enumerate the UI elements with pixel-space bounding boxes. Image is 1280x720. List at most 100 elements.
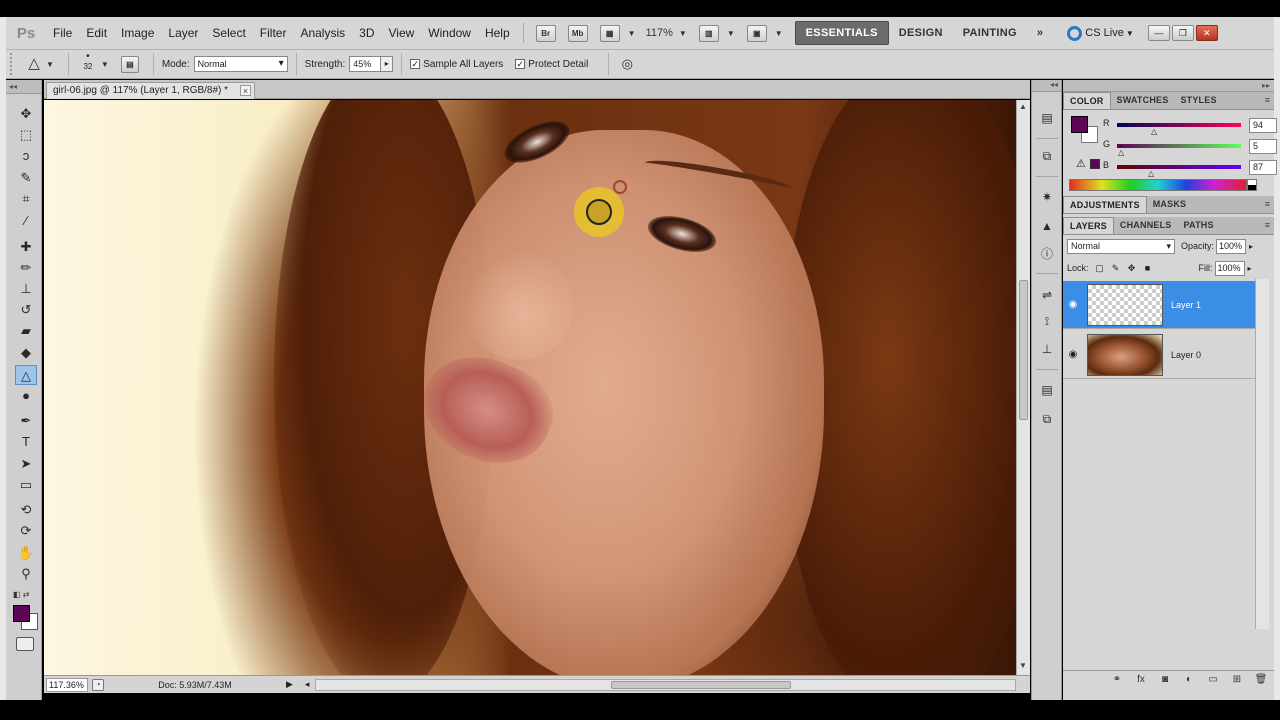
marquee-tool-icon[interactable]: ⬚ <box>15 125 37 145</box>
paint-bucket-tool-icon[interactable]: ◆ <box>15 343 37 363</box>
quick-selection-tool-icon[interactable]: ✎ <box>15 168 37 188</box>
strength-slider-button[interactable]: ▸ <box>381 56 394 72</box>
fill-input[interactable]: 100% <box>1214 260 1245 276</box>
panel-menu-icon[interactable]: ≡ <box>1265 199 1270 209</box>
move-tool-icon[interactable]: ✥ <box>15 104 37 124</box>
blend-mode-select[interactable]: Normal <box>1067 238 1175 254</box>
launch-minibridge-button[interactable]: Mb <box>567 24 588 42</box>
foreground-color-swatch[interactable] <box>13 605 30 622</box>
character-icon[interactable]: ▤ <box>1037 380 1057 400</box>
history-brush-tool-icon[interactable]: ↺ <box>15 300 37 320</box>
healing-brush-tool-icon[interactable]: ✚ <box>15 237 37 257</box>
layer-name[interactable]: Layer 1 <box>1171 300 1201 310</box>
document-tab[interactable]: girl-06.jpg @ 117% (Layer 1, RGB/8#) * × <box>46 82 256 99</box>
blue-slider-thumb[interactable]: △ <box>1148 169 1154 178</box>
clone-stamp-tool-icon[interactable]: ⊥ <box>15 279 37 299</box>
lock-image-icon[interactable]: ✎ <box>1111 263 1121 273</box>
green-value-input[interactable]: 5 <box>1249 139 1277 154</box>
blur-tool-preset-icon[interactable]: △ <box>24 54 44 74</box>
history-icon[interactable]: ⧉ <box>1037 146 1057 166</box>
collapse-panels-icon[interactable]: ▸▸ <box>1063 80 1274 92</box>
chevron-down-icon[interactable]: ▼ <box>46 60 54 69</box>
link-layers-icon[interactable]: ⚭ <box>1110 673 1124 687</box>
tab-layers[interactable]: LAYERS <box>1063 217 1114 234</box>
tab-paths[interactable]: PATHS <box>1178 217 1220 234</box>
eraser-tool-icon[interactable]: ▰ <box>15 321 37 341</box>
type-tool-icon[interactable]: T <box>15 432 37 452</box>
fill-slider-icon[interactable]: ▸ <box>1248 264 1252 273</box>
info-icon[interactable]: ⓘ <box>1037 244 1057 264</box>
zoom-level-select[interactable]: 117% <box>646 27 673 39</box>
pressure-strength-icon[interactable]: ◎ <box>617 54 637 74</box>
close-document-icon[interactable]: × <box>240 85 252 96</box>
panel-menu-icon[interactable]: ≡ <box>1265 95 1270 105</box>
menu-view[interactable]: View <box>381 17 421 50</box>
mini-bridge-icon[interactable]: ▤ <box>1037 108 1057 128</box>
add-mask-icon[interactable]: ◙ <box>1158 673 1172 687</box>
tab-styles[interactable]: STYLES <box>1174 92 1222 109</box>
collapse-strip-icon[interactable]: ◂◂ <box>1032 80 1061 92</box>
protect-detail-checkbox[interactable]: ✓ Protect Detail <box>515 59 588 70</box>
opacity-input[interactable]: 100% <box>1216 238 1247 254</box>
horizontal-scrollbar[interactable] <box>315 678 1016 691</box>
crop-tool-icon[interactable]: ⌗ <box>15 189 37 209</box>
3d-rotate-tool-icon[interactable]: ⟲ <box>15 500 37 520</box>
default-colors-icon[interactable]: ◧ ⇄ <box>13 590 29 599</box>
chevron-down-icon[interactable]: ▼ <box>679 29 687 38</box>
layer-row-layer-1[interactable]: ◉ Layer 1 <box>1063 281 1255 329</box>
zoom-tool-icon[interactable]: ⚲ <box>15 564 37 584</box>
panel-menu-icon[interactable]: ≡ <box>1265 220 1270 230</box>
minimize-button[interactable]: — <box>1147 25 1170 41</box>
arrange-documents-button[interactable]: ▥ <box>698 24 719 42</box>
delete-layer-icon[interactable]: 🗑 <box>1254 673 1268 687</box>
brush-icon[interactable]: ⟟ <box>1037 311 1057 331</box>
brush-tool-icon[interactable]: ✏ <box>15 258 37 278</box>
eye-visibility-icon[interactable]: ◉ <box>1063 299 1083 310</box>
tab-swatches[interactable]: SWATCHES <box>1111 92 1175 109</box>
brush-panel-toggle-button[interactable]: ▤ <box>120 55 139 73</box>
path-selection-tool-icon[interactable]: ➤ <box>15 454 37 474</box>
menu-select[interactable]: Select <box>205 17 252 50</box>
status-options-icon[interactable]: ◔ <box>92 678 104 691</box>
brush-presets-icon[interactable]: ⇌ <box>1037 285 1057 305</box>
menu-window[interactable]: Window <box>421 17 478 50</box>
menu-filter[interactable]: Filter <box>253 17 294 50</box>
quick-mask-button[interactable] <box>16 637 34 651</box>
eyedropper-tool-icon[interactable]: ⁄ <box>15 211 37 231</box>
red-value-input[interactable]: 94 <box>1249 118 1277 133</box>
menu-layer[interactable]: Layer <box>161 17 205 50</box>
more-workspaces-button[interactable]: » <box>1027 22 1053 44</box>
workspace-painting[interactable]: PAINTING <box>953 22 1027 44</box>
menu-analysis[interactable]: Analysis <box>293 17 352 50</box>
red-slider-thumb[interactable]: △ <box>1151 127 1157 136</box>
new-layer-icon[interactable]: ⊞ <box>1230 673 1244 687</box>
mode-select[interactable]: Normal <box>193 56 288 72</box>
lock-position-icon[interactable]: ✥ <box>1127 263 1137 273</box>
menu-image[interactable]: Image <box>114 17 161 50</box>
screen-mode-button[interactable]: ▣ <box>746 24 767 42</box>
histogram-icon[interactable]: ▲ <box>1037 216 1057 236</box>
layer-name[interactable]: Layer 0 <box>1171 350 1201 360</box>
opacity-slider-icon[interactable]: ▸ <box>1249 242 1253 251</box>
lock-all-icon[interactable]: ■ <box>1143 263 1153 273</box>
status-menu-icon[interactable]: ▶ <box>286 679 293 690</box>
restore-button[interactable]: ❐ <box>1171 25 1194 41</box>
blue-slider[interactable] <box>1117 165 1241 169</box>
tools-panel-header[interactable]: ◂◂ <box>6 80 41 94</box>
tab-color[interactable]: COLOR <box>1063 92 1111 109</box>
gamut-color-swatch[interactable] <box>1090 159 1100 169</box>
chevron-down-icon[interactable]: ▼ <box>628 29 636 38</box>
document-canvas[interactable] <box>44 100 1016 675</box>
paragraph-icon[interactable]: ⧉ <box>1037 409 1057 429</box>
cs-live-button[interactable]: CS Live ▼ <box>1067 25 1134 41</box>
scroll-left-icon[interactable]: ◂ <box>305 679 310 690</box>
color-foreground-swatch[interactable] <box>1071 116 1088 133</box>
adjustment-layer-icon[interactable]: ◐ <box>1182 673 1196 687</box>
tab-adjustments[interactable]: ADJUSTMENTS <box>1063 196 1147 213</box>
layer-row-layer-0[interactable]: ◉ Layer 0 <box>1063 331 1255 379</box>
hand-tool-icon[interactable]: ✋ <box>15 543 37 563</box>
new-group-icon[interactable]: ▭ <box>1206 673 1220 687</box>
vertical-scrollbar[interactable]: ▲ ▼ <box>1016 100 1030 675</box>
scroll-down-icon[interactable]: ▼ <box>1019 661 1027 670</box>
menu-help[interactable]: Help <box>478 17 517 50</box>
